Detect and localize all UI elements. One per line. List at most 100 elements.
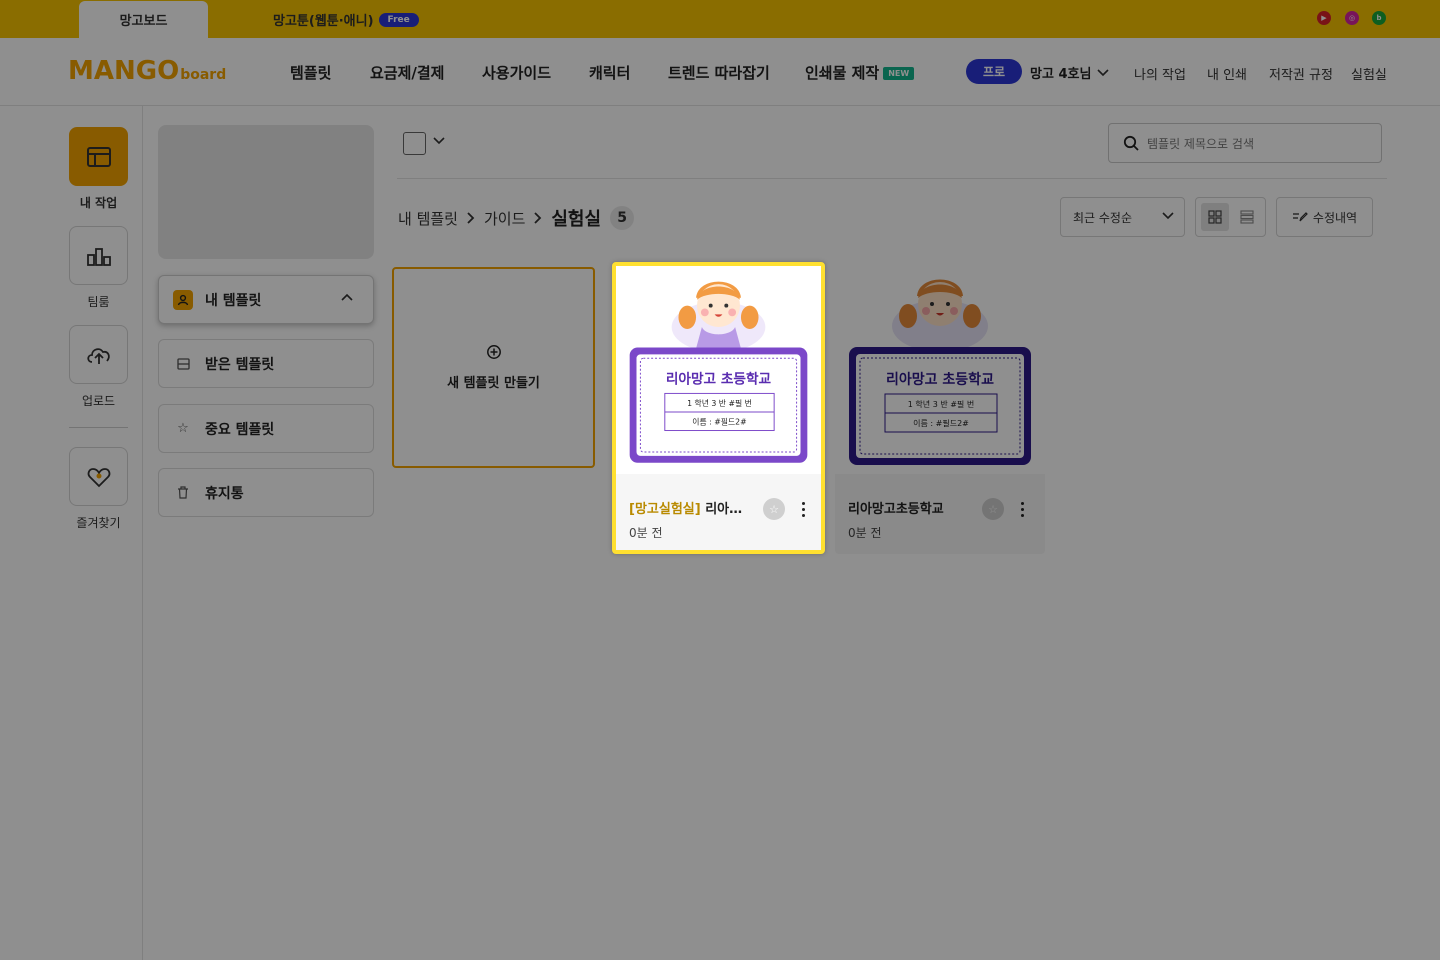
left-rail: 내 작업 팀룸 업로드 즐겨찾기: [0, 106, 143, 960]
tab-mangotoon[interactable]: 망고툰(웹툰·애니) Free: [273, 10, 419, 29]
template-tag: [망고실험실]: [629, 502, 701, 517]
rail-upload-button[interactable]: [69, 325, 128, 384]
nav-guide[interactable]: 사용가이드: [482, 62, 551, 83]
template-card[interactable]: 리아망고 초등학교 1 학년 3 반 #필 번 이름 : #필드2# 리아망고초…: [835, 266, 1045, 554]
card-school-name: 리아망고 초등학교: [666, 371, 772, 388]
card-row-grade: 1 학년 3 반 #필 번: [908, 399, 974, 409]
profile-thumbnail-placeholder: [158, 125, 374, 259]
nav-templates[interactable]: 템플릿: [290, 62, 331, 83]
sidebar-item-my-templates[interactable]: 내 템플릿: [158, 275, 374, 324]
new-badge: NEW: [883, 67, 915, 80]
template-modified-time: 0분 전: [848, 526, 882, 540]
user-icon: [173, 289, 193, 310]
template-meta: [망고실험실] 리아망... 0분 전 ☆: [616, 474, 821, 550]
plus-circle-icon: [486, 345, 501, 359]
rail-label-favorites: 즐겨찾기: [76, 516, 121, 530]
tab-mangotoon-label: 망고툰(웹툰·애니): [273, 14, 374, 29]
nav-my-work[interactable]: 나의 작업: [1134, 64, 1186, 83]
sidebar-item-label: 휴지통: [205, 485, 244, 502]
instagram-icon[interactable]: ◎: [1345, 11, 1359, 25]
chevron-down-icon[interactable]: [433, 137, 445, 145]
tab-mangoboard[interactable]: 망고보드: [79, 1, 208, 38]
chevron-right-icon: [467, 212, 475, 224]
youtube-icon[interactable]: ▶: [1317, 11, 1331, 25]
divider: [397, 178, 1387, 179]
template-modified-time: 0분 전: [629, 526, 663, 540]
card-school-name: 리아망고 초등학교: [886, 371, 994, 388]
rail-divider: [69, 427, 128, 428]
rail-label-team: 팀룸: [87, 295, 110, 309]
more-options-button[interactable]: [796, 496, 810, 522]
template-thumbnail: 리아망고 초등학교 1 학년 3 반 #필 번 이름 : #필드2#: [849, 279, 1031, 465]
star-icon: ☆: [177, 421, 189, 436]
card-row-grade: 1 학년 3 반 #필 번: [687, 398, 752, 408]
user-name: 망고 4호님: [1030, 67, 1092, 82]
more-options-button[interactable]: [1015, 496, 1029, 522]
card-row-name: 이름 : #필드2#: [692, 417, 746, 427]
search-placeholder: 템플릿 제목으로 검색: [1147, 136, 1254, 151]
template-title-text: 리아망...: [700, 502, 751, 517]
list-view-button[interactable]: [1233, 203, 1261, 231]
rail-favorites-button[interactable]: [69, 447, 128, 506]
template-meta: 리아망고초등학교 0분 전 ☆: [835, 474, 1045, 554]
item-count-badge: 5: [610, 206, 635, 230]
template-title: 리아망고초등학교: [848, 502, 944, 517]
grid-view-button[interactable]: [1200, 203, 1229, 231]
sort-select[interactable]: 최근 수정순: [1060, 197, 1185, 237]
sidebar-item-label: 중요 템플릿: [205, 421, 275, 438]
inbox-icon: [173, 354, 193, 374]
blog-icon[interactable]: b: [1372, 11, 1386, 25]
free-badge: Free: [378, 12, 419, 27]
team-icon: [86, 247, 111, 266]
select-all-checkbox[interactable]: [403, 132, 426, 155]
logo-sub-text: board: [180, 67, 227, 83]
edit-history-icon: [1292, 212, 1308, 222]
mangoboard-logo[interactable]: MANGO board: [68, 56, 226, 86]
new-template-card[interactable]: 새 템플릿 만들기: [392, 267, 595, 468]
sidebar-item-label: 내 템플릿: [205, 292, 262, 309]
nav-print-label: 인쇄물 제작: [805, 64, 880, 82]
logo-main-text: MANGO: [68, 56, 180, 86]
chevron-down-icon: [1097, 68, 1109, 76]
breadcrumb-item[interactable]: 가이드: [484, 208, 525, 229]
sidebar-item-label: 받은 템플릿: [205, 356, 275, 373]
nav-print[interactable]: 인쇄물 제작 NEW: [805, 62, 915, 83]
workspace-icon: [86, 146, 111, 167]
template-preview: 리아망고 초등학교 1 학년 3 반 #필 번 이름 : #필드2#: [835, 266, 1045, 474]
sidebar-item-trash[interactable]: 휴지통: [158, 468, 374, 517]
template-thumbnail: 리아망고 초등학교 1 학년 3 반 #필 번 이름 : #필드2#: [629, 281, 808, 463]
heart-icon: [87, 467, 110, 487]
nav-characters[interactable]: 캐릭터: [589, 62, 630, 83]
sort-label: 최근 수정순: [1073, 210, 1133, 225]
pro-badge: 프로: [966, 59, 1022, 84]
template-preview: 리아망고 초등학교 1 학년 3 반 #필 번 이름 : #필드2#: [616, 266, 821, 474]
user-menu[interactable]: 망고 4호님: [1030, 63, 1109, 82]
edit-history-button[interactable]: 수정내역: [1276, 197, 1373, 237]
upload-cloud-icon: [86, 347, 110, 364]
favorite-star-button[interactable]: ☆: [982, 498, 1004, 520]
nav-lab[interactable]: 실험실: [1351, 64, 1387, 83]
sidebar-item-received-templates[interactable]: 받은 템플릿: [158, 339, 374, 388]
grid-icon: [1207, 210, 1222, 224]
sidebar-item-important-templates[interactable]: ☆ 중요 템플릿: [158, 404, 374, 453]
view-toggle: [1195, 197, 1266, 237]
nav-copyright[interactable]: 저작권 규정: [1269, 64, 1333, 83]
nav-pricing[interactable]: 요금제/결제: [370, 62, 444, 83]
chevron-up-icon[interactable]: [341, 293, 353, 301]
main-header: MANGO board 템플릿 요금제/결제 사용가이드 캐릭터 트렌드 따라잡…: [0, 38, 1440, 106]
breadcrumb-item[interactable]: 내 템플릿: [398, 208, 458, 229]
edit-history-label: 수정내역: [1312, 210, 1358, 225]
trash-icon: [173, 483, 193, 503]
favorite-star-button[interactable]: ☆: [763, 498, 785, 520]
card-row-name: 이름 : #필드2#: [913, 418, 969, 428]
rail-team-button[interactable]: [69, 226, 128, 285]
rail-label-upload: 업로드: [81, 394, 116, 408]
search-input[interactable]: 템플릿 제목으로 검색: [1108, 123, 1382, 163]
template-card-selected[interactable]: 리아망고 초등학교 1 학년 3 반 #필 번 이름 : #필드2# [망고실험…: [612, 262, 825, 554]
rail-my-work-button[interactable]: [69, 127, 128, 186]
nav-my-print[interactable]: 내 인쇄: [1207, 64, 1247, 83]
nav-trends[interactable]: 트렌드 따라잡기: [668, 62, 770, 83]
new-template-label: 새 템플릿 만들기: [447, 376, 540, 391]
search-icon: [1123, 135, 1139, 151]
breadcrumb-current: 실험실: [551, 209, 602, 230]
